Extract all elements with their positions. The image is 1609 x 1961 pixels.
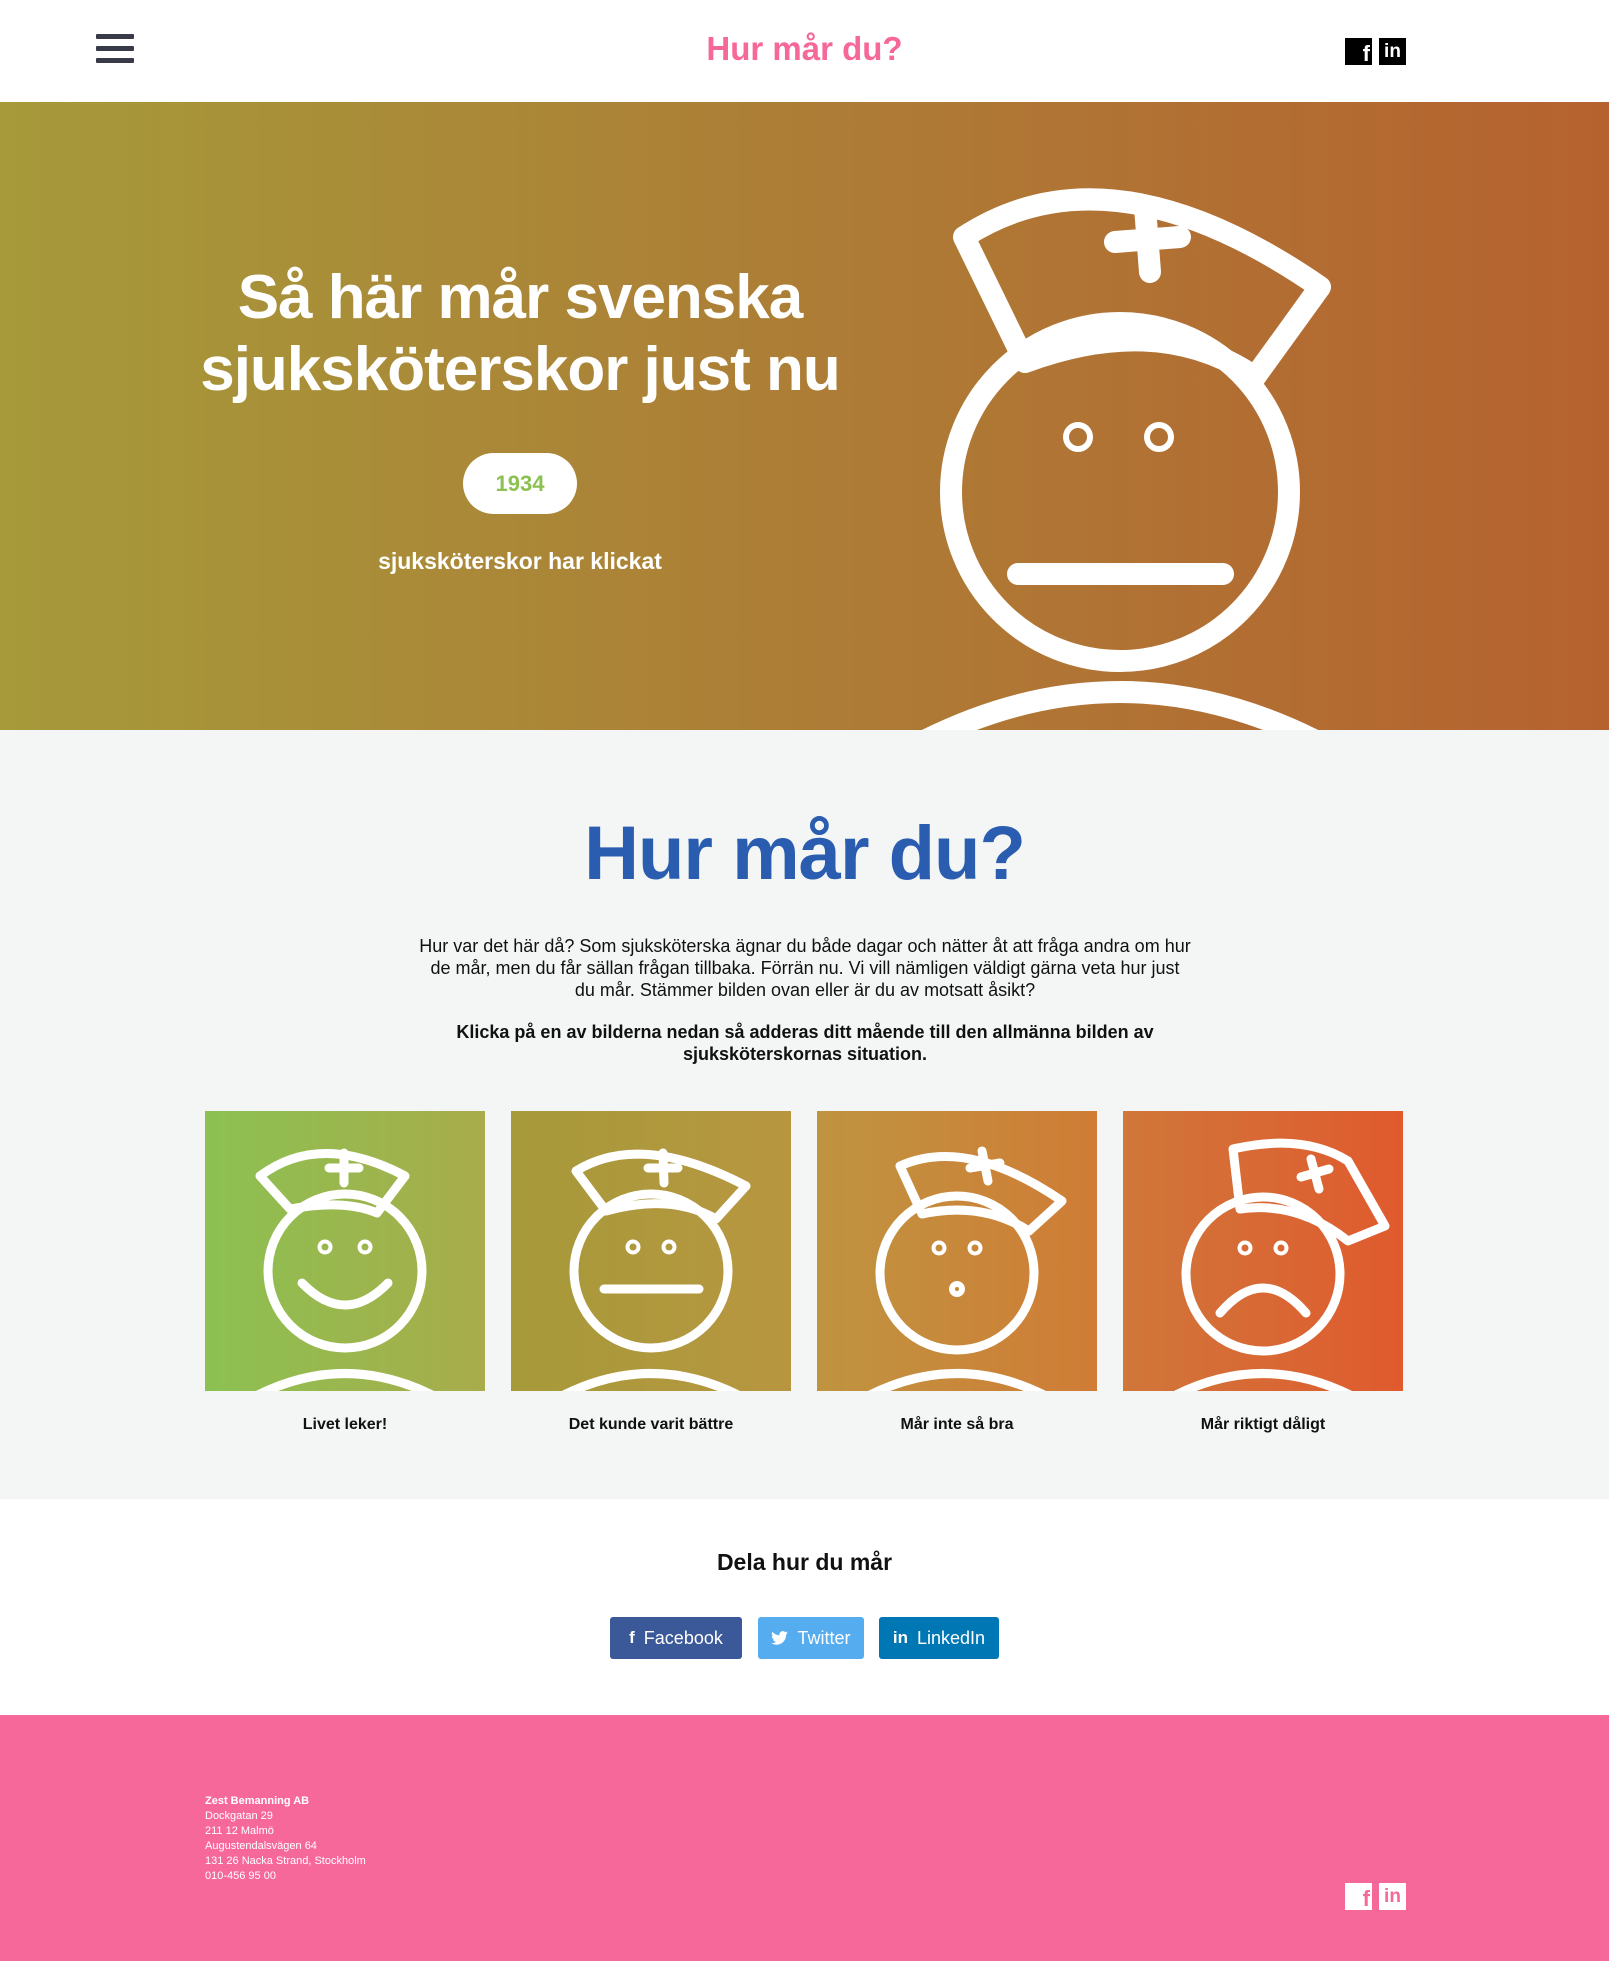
share-twitter-button[interactable]: Twitter [758, 1617, 864, 1659]
hero-title: Så här mår svenska sjuksköterskor just n… [200, 263, 841, 404]
mood-option-label: Det kunde varit bättre [568, 1416, 734, 1433]
mood-option-neutral[interactable]: Det kunde varit bättre [511, 1111, 791, 1434]
mood-intro-text: Hur var det här då? Som sjuksköterska äg… [419, 936, 1191, 1000]
share-section: Dela hur du mår f Facebook Twitter in Li… [0, 1499, 1609, 1715]
neutral-nurse-face-icon [921, 188, 1331, 730]
happy-nurse-icon [255, 1148, 435, 1391]
click-count-caption: sjuksköterskor har klickat [378, 548, 662, 574]
facebook-icon[interactable]: f [1345, 1883, 1372, 1910]
mood-option-label: Mår riktigt dåligt [1200, 1416, 1326, 1433]
mood-section: Hur mår du? Hur var det här då? Som sjuk… [0, 730, 1609, 1499]
facebook-icon[interactable]: f [1345, 38, 1372, 65]
hero-banner: Så här mår svenska sjuksköterskor just n… [0, 102, 1609, 730]
address-line: Augustendalsvägen 64 [205, 1840, 317, 1852]
share-button-label: LinkedIn [917, 1627, 986, 1648]
twitter-bird-icon [771, 1631, 789, 1645]
mood-option-label: Livet leker! [302, 1416, 388, 1433]
address-line: 131 26 Nacka Strand, Stockholm [205, 1855, 366, 1867]
address-line: Dockgatan 29 [205, 1810, 273, 1822]
click-count-badge: 1934 [463, 453, 577, 514]
share-linkedin-button[interactable]: in LinkedIn [879, 1617, 999, 1659]
phone-number: 010-456 95 00 [205, 1870, 276, 1882]
linkedin-icon[interactable]: in [1379, 38, 1406, 65]
mood-option-label: Mår inte så bra [900, 1416, 1014, 1433]
company-address: Zest Bemanning AB Dockgatan 29 211 12 Ma… [205, 1794, 366, 1884]
mood-section-title: Hur mår du? [584, 811, 1026, 896]
worried-nurse-icon [867, 1146, 1067, 1391]
mood-option-sad[interactable]: Mår riktigt dåligt [1123, 1111, 1403, 1434]
footer-social-links: f in [1345, 1883, 1406, 1910]
share-facebook-button[interactable]: f Facebook [610, 1617, 742, 1659]
share-button-label: Facebook [643, 1627, 723, 1648]
header-social-links: f in [1345, 38, 1406, 65]
share-title: Dela hur du mår [716, 1549, 893, 1575]
neutral-nurse-icon [561, 1148, 751, 1391]
share-button-label: Twitter [797, 1627, 851, 1648]
mood-option-happy[interactable]: Livet leker! [205, 1111, 485, 1434]
site-footer: Zest Bemanning AB Dockgatan 29 211 12 Ma… [0, 1715, 1609, 1961]
site-header: Hur mår du? f in [0, 0, 1609, 102]
linkedin-icon[interactable]: in [1379, 1883, 1406, 1910]
mood-option-not-so-good[interactable]: Mår inte så bra [817, 1111, 1097, 1434]
mood-call-to-action: Klicka på en av bilderna nedan så addera… [456, 1022, 1154, 1064]
sad-nurse-icon [1173, 1138, 1390, 1391]
address-line: 211 12 Malmö [205, 1825, 274, 1837]
linkedin-icon: in [892, 1628, 909, 1647]
facebook-icon: f [629, 1628, 635, 1647]
company-name: Zest Bemanning AB [205, 1795, 310, 1807]
